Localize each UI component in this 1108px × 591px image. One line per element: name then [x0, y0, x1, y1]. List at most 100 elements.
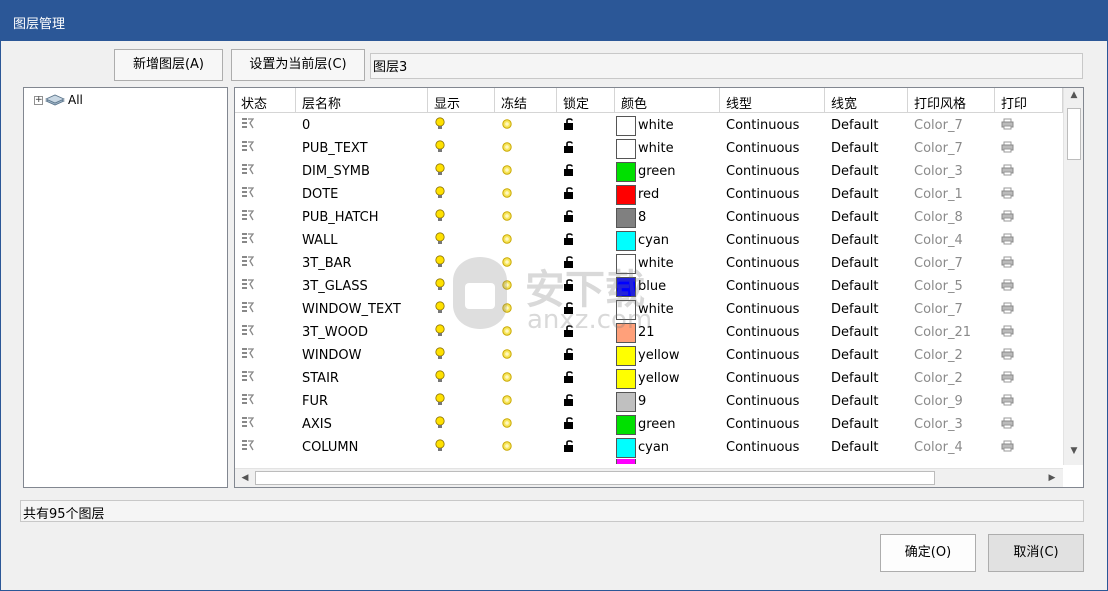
lightbulb-on-icon[interactable]	[434, 392, 446, 411]
printer-icon[interactable]	[1001, 394, 1014, 410]
printer-icon[interactable]	[1001, 302, 1014, 318]
cell-plot[interactable]	[995, 413, 1063, 436]
color-swatch[interactable]	[616, 161, 636, 182]
cell-status[interactable]	[235, 344, 296, 367]
table-row[interactable]: WALL cyan Continuous Default Color_4	[235, 229, 1063, 252]
sun-thawed-icon[interactable]	[501, 164, 513, 180]
cell-color[interactable]: red	[615, 183, 720, 206]
cell-visible[interactable]	[428, 114, 495, 137]
cell-layer-name[interactable]: WINDOW_TEXT	[296, 298, 428, 321]
cell-frozen[interactable]	[495, 229, 557, 252]
lightbulb-on-icon[interactable]	[434, 369, 446, 388]
cell-linetype[interactable]: Continuous	[720, 413, 825, 436]
cell-lineweight[interactable]: Default	[825, 183, 908, 206]
cell-locked[interactable]	[557, 183, 615, 206]
cell-linetype[interactable]: Continuous	[720, 137, 825, 160]
cell-lineweight[interactable]: Default	[825, 114, 908, 137]
cell-locked[interactable]	[557, 298, 615, 321]
cell-plot[interactable]	[995, 298, 1063, 321]
cell-visible[interactable]	[428, 206, 495, 229]
cell-layer-name[interactable]: WALL	[296, 229, 428, 252]
scroll-down-icon[interactable]: ▼	[1065, 446, 1083, 463]
cell-visible[interactable]	[428, 390, 495, 413]
scroll-right-icon[interactable]: ▶	[1043, 470, 1061, 487]
table-row[interactable]: FUR 9 Continuous Default Color_9	[235, 390, 1063, 413]
cell-locked[interactable]	[557, 114, 615, 137]
sun-thawed-icon[interactable]	[501, 348, 513, 364]
sun-thawed-icon[interactable]	[501, 279, 513, 295]
cell-visible[interactable]	[428, 298, 495, 321]
cell-frozen[interactable]	[495, 275, 557, 298]
table-row[interactable]: 3T_WOOD 21 Continuous Default Color_21	[235, 321, 1063, 344]
cell-status[interactable]	[235, 367, 296, 390]
cell-status[interactable]	[235, 229, 296, 252]
tree-node-all[interactable]: + All	[34, 93, 83, 107]
table-row[interactable]: WINDOW yellow Continuous Default Color_2	[235, 344, 1063, 367]
cell-locked[interactable]	[557, 275, 615, 298]
cell-status[interactable]	[235, 390, 296, 413]
cell-frozen[interactable]	[495, 160, 557, 183]
cell-status[interactable]	[235, 321, 296, 344]
cell-status[interactable]	[235, 206, 296, 229]
color-swatch[interactable]	[616, 368, 636, 389]
cell-visible[interactable]	[428, 413, 495, 436]
cell-linetype[interactable]: Continuous	[720, 229, 825, 252]
sun-thawed-icon[interactable]	[501, 417, 513, 433]
color-swatch[interactable]	[616, 230, 636, 251]
color-swatch[interactable]	[616, 253, 636, 274]
cell-layer-name[interactable]: WINDOW	[296, 344, 428, 367]
padlock-unlocked-icon[interactable]	[563, 416, 575, 434]
color-swatch[interactable]	[616, 207, 636, 228]
cell-color[interactable]: cyan	[615, 436, 720, 459]
lightbulb-on-icon[interactable]	[434, 231, 446, 250]
cell-linetype[interactable]: Continuous	[720, 298, 825, 321]
lightbulb-on-icon[interactable]	[434, 185, 446, 204]
cell-color[interactable]: yellow	[615, 367, 720, 390]
cell-status[interactable]	[235, 252, 296, 275]
sun-thawed-icon[interactable]	[501, 256, 513, 272]
layer-filter-tree[interactable]: + All	[23, 87, 228, 488]
table-row[interactable]: WINDOW_TEXT white Continuous Default Color_7	[235, 298, 1063, 321]
cell-frozen[interactable]	[495, 390, 557, 413]
new-layer-button[interactable]: 新增图层(A)	[114, 49, 223, 81]
printer-icon[interactable]	[1001, 233, 1014, 249]
sun-thawed-icon[interactable]	[501, 118, 513, 134]
color-swatch[interactable]	[616, 437, 636, 458]
printer-icon[interactable]	[1001, 118, 1014, 134]
cell-linetype[interactable]: Continuous	[720, 183, 825, 206]
cell-locked[interactable]	[557, 229, 615, 252]
padlock-unlocked-icon[interactable]	[563, 370, 575, 388]
cell-locked[interactable]	[557, 321, 615, 344]
cell-lineweight[interactable]: Default	[825, 367, 908, 390]
table-row[interactable]: COLUMN cyan Continuous Default Color_4	[235, 436, 1063, 459]
sun-thawed-icon[interactable]	[501, 187, 513, 203]
printer-icon[interactable]	[1001, 348, 1014, 364]
cell-lineweight[interactable]: Default	[825, 275, 908, 298]
cell-locked[interactable]	[557, 137, 615, 160]
cell-color[interactable]: cyan	[615, 229, 720, 252]
layer-status-icon[interactable]	[241, 370, 255, 387]
cell-color[interactable]: white	[615, 252, 720, 275]
cell-frozen[interactable]	[495, 344, 557, 367]
table-row[interactable]: DOTE red Continuous Default Color_1	[235, 183, 1063, 206]
header-col-locked[interactable]: 锁定	[557, 88, 615, 113]
sun-thawed-icon[interactable]	[501, 233, 513, 249]
layer-status-icon[interactable]	[241, 232, 255, 249]
color-swatch[interactable]	[616, 184, 636, 205]
lightbulb-on-icon[interactable]	[434, 254, 446, 273]
cell-linetype[interactable]: Continuous	[720, 275, 825, 298]
printer-icon[interactable]	[1001, 164, 1014, 180]
cell-visible[interactable]	[428, 160, 495, 183]
cell-frozen[interactable]	[495, 367, 557, 390]
color-swatch[interactable]	[616, 414, 636, 435]
padlock-unlocked-icon[interactable]	[563, 393, 575, 411]
cell-visible[interactable]	[428, 252, 495, 275]
table-row[interactable]: 3T_BAR white Continuous Default Color_7	[235, 252, 1063, 275]
sun-thawed-icon[interactable]	[501, 440, 513, 456]
cell-color[interactable]: white	[615, 114, 720, 137]
header-col-lineweight[interactable]: 线宽	[825, 88, 908, 113]
cell-linetype[interactable]: Continuous	[720, 344, 825, 367]
cell-linetype[interactable]: Continuous	[720, 321, 825, 344]
cell-color[interactable]: white	[615, 298, 720, 321]
cell-linetype[interactable]: Continuous	[720, 390, 825, 413]
